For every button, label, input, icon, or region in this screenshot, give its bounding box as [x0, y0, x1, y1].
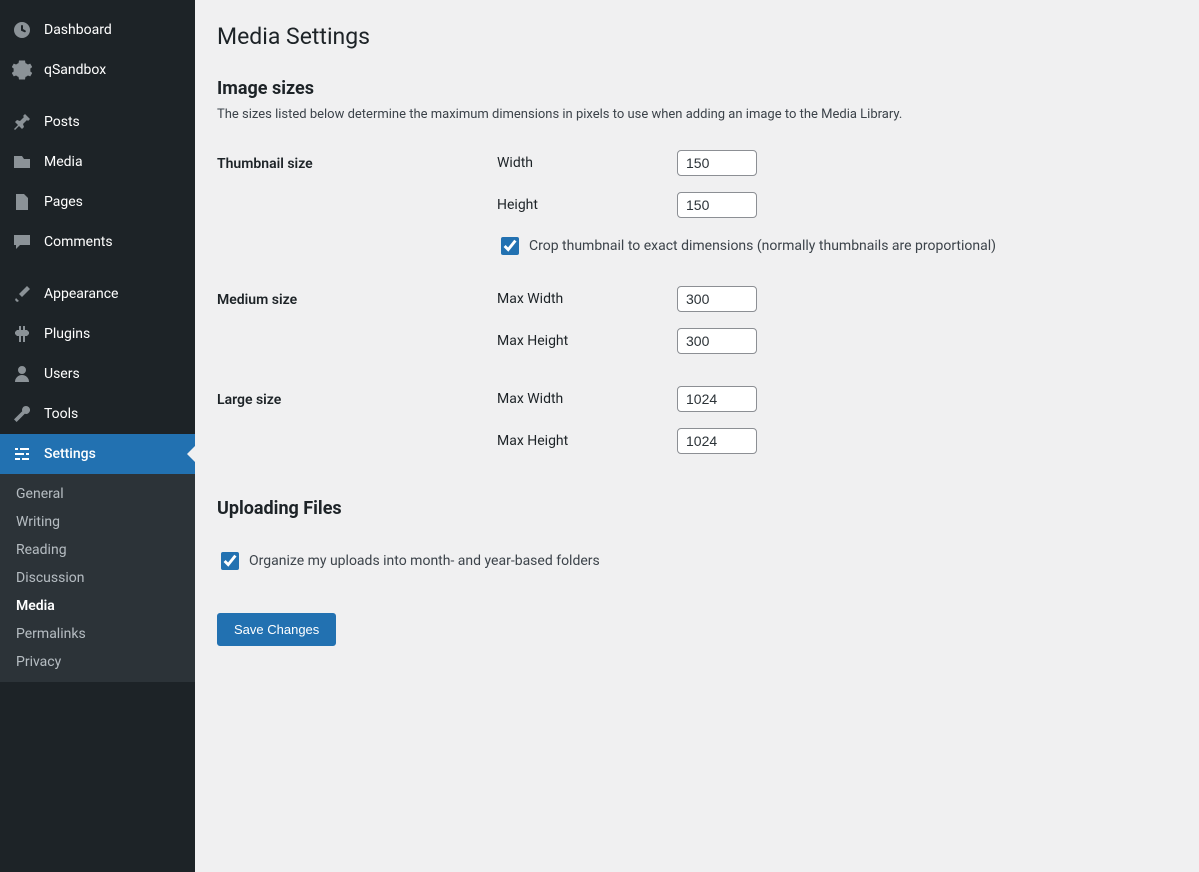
medium-size-heading: Medium size — [217, 272, 487, 372]
organize-uploads-checkbox[interactable] — [221, 552, 239, 570]
sidebar-item-users[interactable]: Users — [0, 354, 195, 394]
save-changes-button[interactable]: Save Changes — [217, 613, 336, 646]
thumbnail-crop-checkbox[interactable] — [501, 237, 519, 255]
sidebar-item-label: Media — [44, 154, 83, 170]
section-uploading-heading: Uploading Files — [217, 498, 1177, 519]
large-maxw-label: Max Width — [497, 391, 677, 407]
submenu-item-writing[interactable]: Writing — [0, 508, 195, 536]
submenu-item-permalinks[interactable]: Permalinks — [0, 620, 195, 648]
submenu-item-general[interactable]: General — [0, 480, 195, 508]
sidebar-item-label: Tools — [44, 406, 78, 422]
medium-maxw-input[interactable] — [677, 286, 757, 312]
thumbnail-size-heading: Thumbnail size — [217, 136, 487, 272]
sidebar-item-comments[interactable]: Comments — [0, 222, 195, 262]
submenu-item-media[interactable]: Media — [0, 592, 195, 620]
submenu-item-privacy[interactable]: Privacy — [0, 648, 195, 676]
sidebar-item-pages[interactable]: Pages — [0, 182, 195, 222]
organize-uploads-label: Organize my uploads into month- and year… — [249, 553, 600, 569]
pin-icon — [12, 112, 32, 132]
thumbnail-width-input[interactable] — [677, 150, 757, 176]
thumbnail-width-label: Width — [497, 155, 677, 171]
sidebar-item-qsandbox[interactable]: qSandbox — [0, 50, 195, 90]
sidebar-item-settings[interactable]: Settings — [0, 434, 195, 474]
thumbnail-crop-row[interactable]: Crop thumbnail to exact dimensions (norm… — [497, 234, 1167, 258]
submenu-item-reading[interactable]: Reading — [0, 536, 195, 564]
sidebar-item-label: Comments — [44, 234, 113, 250]
page-icon — [12, 192, 32, 212]
page-title: Media Settings — [217, 22, 1177, 52]
sidebar-item-media[interactable]: Media — [0, 142, 195, 182]
sidebar-item-posts[interactable]: Posts — [0, 102, 195, 142]
sidebar-item-label: Posts — [44, 114, 80, 130]
sidebar-item-label: Plugins — [44, 326, 90, 342]
sidebar-item-label: Pages — [44, 194, 83, 210]
sliders-icon — [12, 444, 32, 464]
thumbnail-height-label: Height — [497, 197, 677, 213]
organize-uploads-row[interactable]: Organize my uploads into month- and year… — [217, 549, 1177, 573]
admin-sidebar: Dashboard qSandbox Posts Media Pages Com… — [0, 0, 195, 872]
section-image-sizes-desc: The sizes listed below determine the max… — [217, 107, 1177, 122]
media-icon — [12, 152, 32, 172]
content: Media Settings Image sizes The sizes lis… — [195, 0, 1199, 872]
sidebar-item-label: Users — [44, 366, 80, 382]
thumbnail-height-input[interactable] — [677, 192, 757, 218]
wrench-icon — [12, 404, 32, 424]
sidebar-item-label: Dashboard — [44, 22, 112, 38]
sidebar-item-label: Appearance — [44, 286, 118, 302]
sidebar-item-label: Settings — [44, 446, 96, 462]
large-maxh-input[interactable] — [677, 428, 757, 454]
gear-icon — [12, 60, 32, 80]
user-icon — [12, 364, 32, 384]
medium-maxh-label: Max Height — [497, 333, 677, 349]
sidebar-item-tools[interactable]: Tools — [0, 394, 195, 434]
dashboard-icon — [12, 20, 32, 40]
section-image-sizes-heading: Image sizes — [217, 78, 1177, 99]
thumbnail-crop-label: Crop thumbnail to exact dimensions (norm… — [529, 238, 996, 254]
large-size-heading: Large size — [217, 372, 487, 472]
settings-submenu: General Writing Reading Discussion Media… — [0, 474, 195, 682]
medium-maxw-label: Max Width — [497, 291, 677, 307]
large-maxh-label: Max Height — [497, 433, 677, 449]
sidebar-item-plugins[interactable]: Plugins — [0, 314, 195, 354]
plugin-icon — [12, 324, 32, 344]
brush-icon — [12, 284, 32, 304]
medium-maxh-input[interactable] — [677, 328, 757, 354]
image-sizes-table: Thumbnail size Width Height Crop thumbna… — [217, 136, 1177, 472]
sidebar-item-label: qSandbox — [44, 62, 106, 78]
large-maxw-input[interactable] — [677, 386, 757, 412]
submenu-item-discussion[interactable]: Discussion — [0, 564, 195, 592]
sidebar-item-appearance[interactable]: Appearance — [0, 274, 195, 314]
comment-icon — [12, 232, 32, 252]
sidebar-item-dashboard[interactable]: Dashboard — [0, 10, 195, 50]
